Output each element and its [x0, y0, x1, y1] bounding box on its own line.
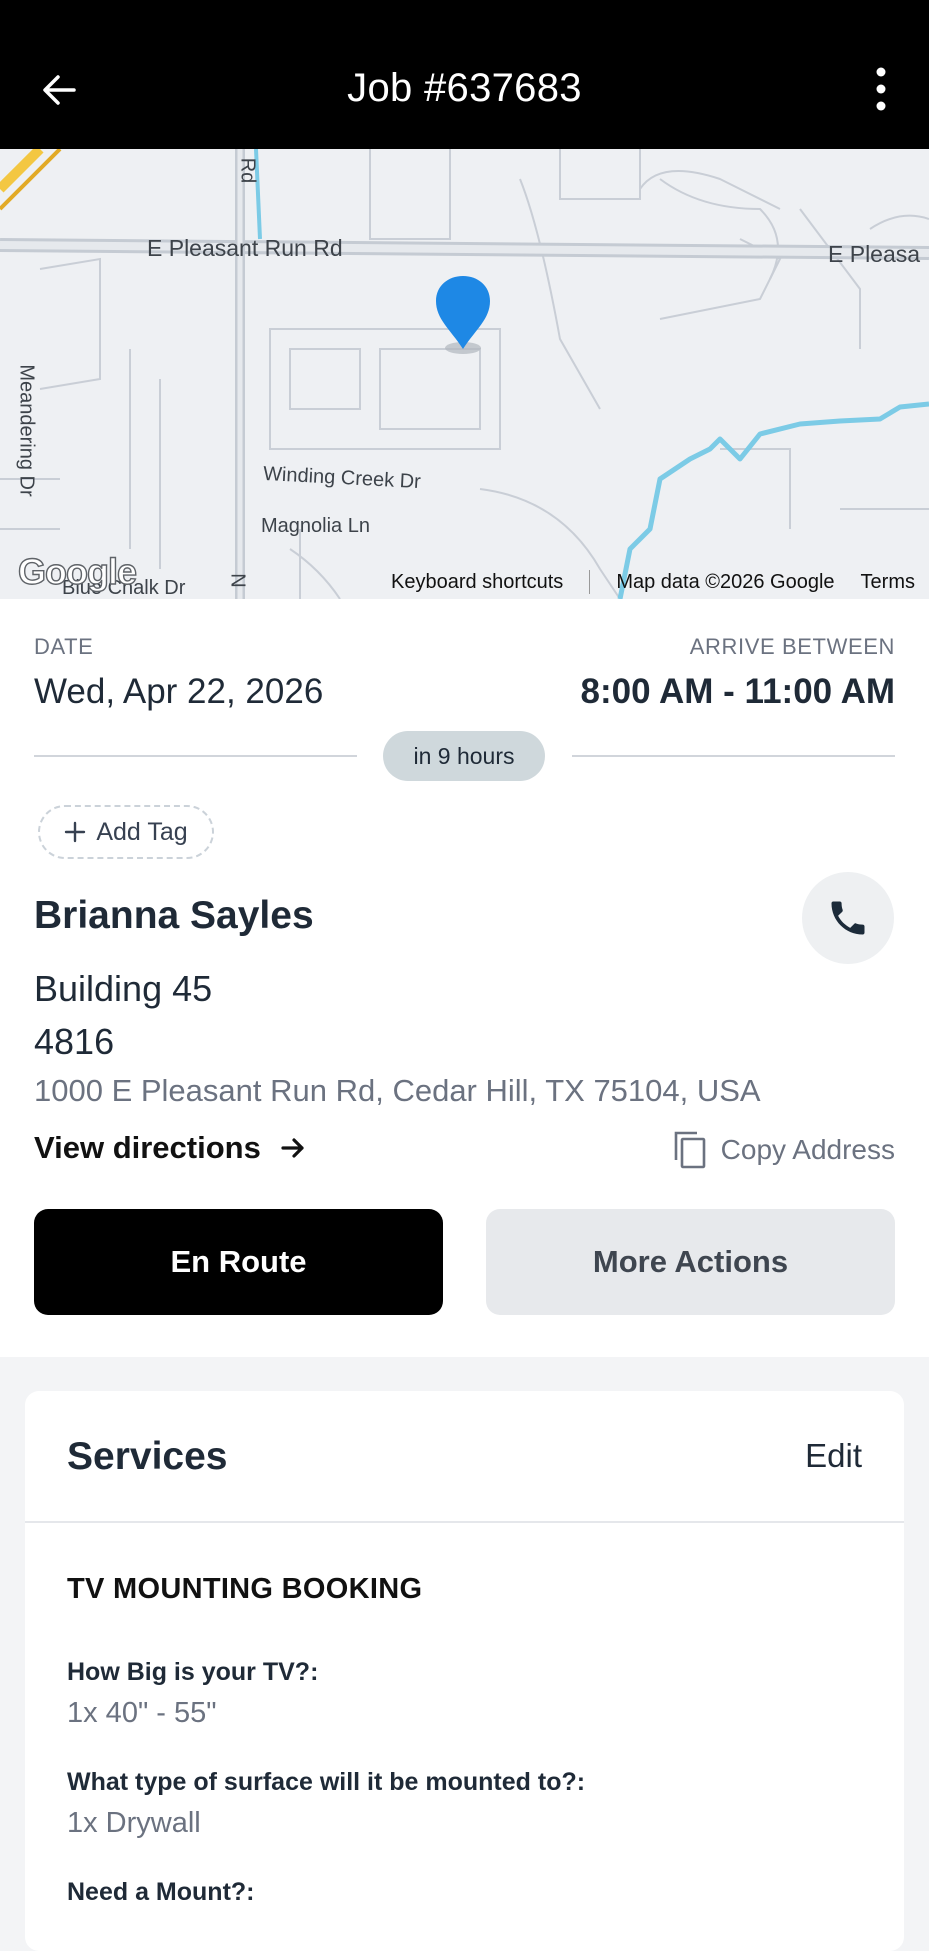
attribution-divider [589, 570, 591, 594]
customer-name: Brianna Sayles [34, 894, 314, 937]
service-answer: 1x 40" - 55" [67, 1697, 217, 1729]
add-tag-button[interactable]: Add Tag [38, 805, 214, 859]
more-options-button[interactable] [871, 66, 891, 112]
copy-icon [674, 1131, 705, 1169]
arrival-window: 8:00 AM - 11:00 AM [580, 672, 895, 711]
divider-line [34, 755, 357, 757]
map-roads [0, 149, 929, 599]
map-road-label: E Pleasa [828, 241, 921, 267]
view-directions-link[interactable]: View directions [34, 1130, 307, 1166]
map-road-label: Meandering Dr [15, 364, 38, 497]
service-question: How Big is your TV?: [67, 1658, 319, 1686]
full-address: 1000 E Pleasant Run Rd, Cedar Hill, TX 7… [34, 1073, 761, 1108]
page-title: Job #637683 [347, 66, 582, 110]
job-location-map[interactable]: E Pleasant Run Rd E Pleasa Winding Creek… [0, 149, 929, 599]
service-booking-title: TV MOUNTING BOOKING [67, 1573, 423, 1605]
add-tag-label: Add Tag [96, 817, 188, 846]
google-logo: Google [17, 550, 137, 592]
map-attribution: Keyboard shortcuts Map data ©2026 Google… [391, 567, 929, 597]
map-data-text: Map data ©2026 Google [616, 570, 835, 593]
more-vertical-icon [876, 67, 886, 111]
service-question: Need a Mount?: [67, 1878, 255, 1906]
map-road-label: Magnolia Ln [261, 515, 370, 537]
service-question: What type of surface will it be mounted … [67, 1768, 586, 1796]
service-answer: 1x Drywall [67, 1807, 201, 1839]
app-header: Job #637683 [0, 0, 929, 149]
countdown-badge: in 9 hours [383, 731, 545, 781]
copy-address-button[interactable]: Copy Address [671, 1130, 895, 1170]
map-road-label: N [226, 573, 249, 588]
divider-line [572, 755, 895, 757]
services-title: Services [67, 1435, 228, 1478]
call-customer-button[interactable] [802, 872, 894, 964]
date-label: DATE [34, 634, 94, 659]
en-route-button[interactable]: En Route [34, 1209, 443, 1315]
terms-link[interactable]: Terms [861, 571, 915, 594]
arrow-right-icon [281, 1138, 304, 1158]
address-line-2: 4816 [34, 1021, 115, 1062]
view-directions-label: View directions [34, 1130, 261, 1165]
arrive-between-label: ARRIVE BETWEEN [689, 634, 895, 659]
map-marker-icon [436, 276, 490, 349]
job-date: Wed, Apr 22, 2026 [34, 672, 324, 711]
copy-address-label: Copy Address [720, 1134, 895, 1165]
address-line-1: Building 45 [34, 968, 213, 1009]
phone-icon [831, 901, 865, 935]
keyboard-shortcuts-link[interactable]: Keyboard shortcuts [391, 571, 563, 594]
services-card: Services Edit TV MOUNTING BOOKING How Bi… [25, 1391, 904, 1951]
map-road-label: Rd [236, 157, 259, 184]
map-road-label: E Pleasant Run Rd [147, 235, 343, 261]
services-card-header: Services Edit [25, 1391, 904, 1523]
plus-icon [65, 821, 86, 843]
edit-services-button[interactable]: Edit [805, 1437, 862, 1475]
more-actions-button[interactable]: More Actions [486, 1209, 895, 1315]
